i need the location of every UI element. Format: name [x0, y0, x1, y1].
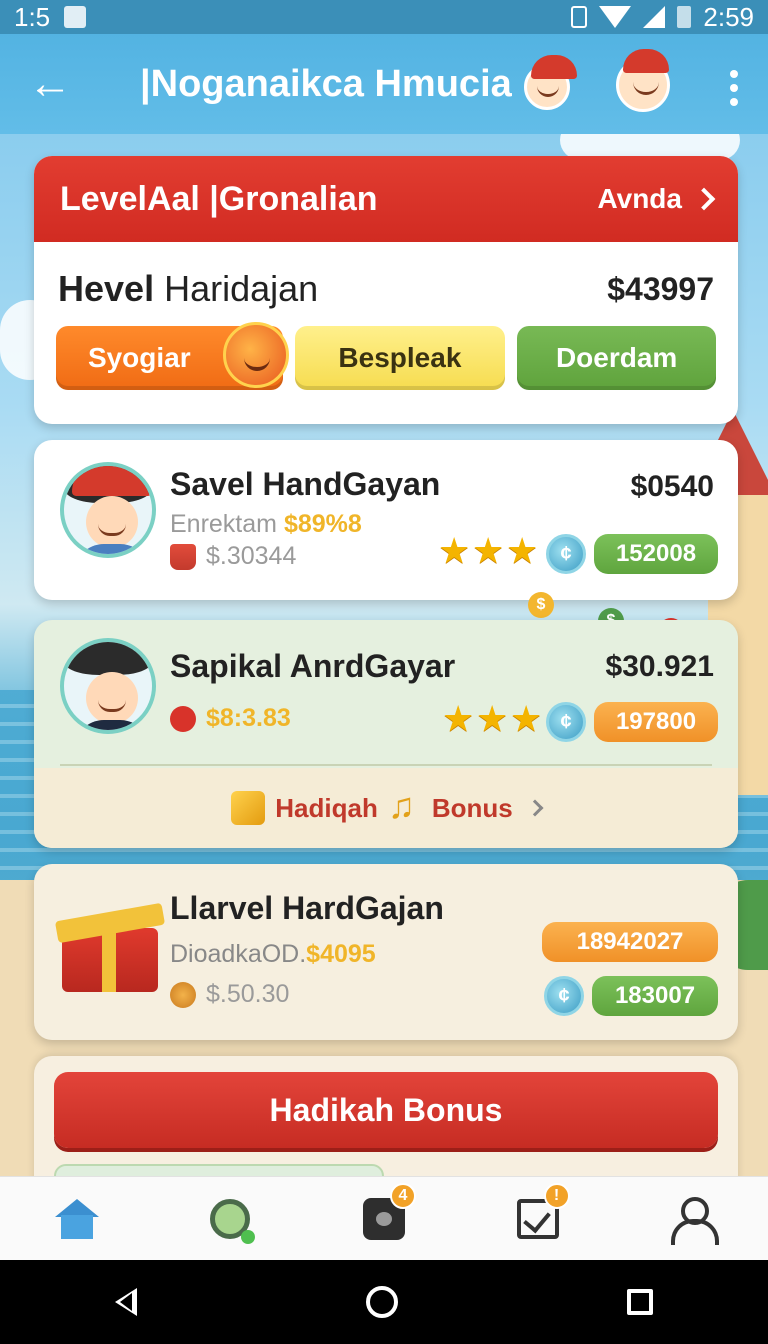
level-name-rest: Haridajan: [154, 268, 319, 309]
status-time-right: 2:59: [703, 1, 754, 32]
star-icon: ★: [442, 698, 475, 739]
level-name: Hevel Haridajan: [58, 268, 318, 310]
bonus-left-label: Hadiqah: [275, 792, 378, 823]
player-name: Sapikal AnrdGayar: [170, 648, 456, 684]
player-card-2[interactable]: Sapikal AnrdGayar $30.921 $8:3.83 ★ ★ ★ ¢ …: [34, 620, 738, 848]
player-sub-value: $.50.30: [206, 980, 290, 1008]
player-sub-line: $8:3.83: [170, 704, 291, 733]
player-sub-value: $.30344: [206, 542, 297, 570]
bespleak-label: Bespleak: [338, 342, 462, 373]
notification-icon: [64, 6, 87, 28]
coin-icon: ¢: [546, 702, 586, 742]
level-card-title: LevelAal |Gronalian: [60, 179, 378, 218]
fruit-mascot-icon: [222, 322, 289, 388]
bottom-navigation: 4 !: [0, 1176, 768, 1260]
status-bar: 1:5 2:59: [0, 0, 768, 34]
system-home-button[interactable]: [365, 1286, 398, 1318]
signal-icon: [643, 6, 666, 28]
player-avatar: [60, 462, 156, 558]
player-sub-text: Enrektam $89%8: [170, 510, 362, 539]
home-icon: [54, 1198, 99, 1239]
nav-search[interactable]: [200, 1189, 260, 1249]
vibrate-icon: [571, 6, 588, 28]
floating-coin-icon: $: [528, 592, 554, 618]
level-name-bold: Hevel: [58, 268, 155, 309]
player-sub-highlight: $4095: [306, 940, 376, 968]
level-card-header: LevelAal |Gronalian Avnda: [34, 156, 738, 242]
system-back-button[interactable]: [114, 1288, 137, 1316]
player-name: Llarvel HardGajan: [170, 890, 444, 926]
divider: [60, 764, 712, 766]
level-amount: $43997: [607, 270, 714, 307]
rating-stars: ★ ★ ★: [442, 698, 544, 739]
player-card-3[interactable]: Llarvel HardGajan DioadkaOD.$4095 $.50.3…: [34, 864, 738, 1040]
status-time-left: 1:5: [14, 1, 51, 32]
player-amount: $0540: [630, 470, 714, 503]
player-name: Savel HandGayan: [170, 466, 441, 502]
player-sub-line: $.50.30: [170, 980, 289, 1009]
app-bar: ← |Noganaikca Hmucia: [0, 34, 768, 134]
star-icon: ★: [510, 698, 543, 739]
bonus-right-label: Bonus: [431, 792, 513, 823]
player-sub-highlight: $89%8: [283, 510, 362, 538]
star-icon: ★: [476, 698, 509, 739]
nav-profile[interactable]: [661, 1189, 721, 1249]
level-card: LevelAal |Gronalian Avnda Hevel Haridaja…: [34, 156, 738, 424]
player-avatar: [60, 638, 156, 734]
score-badge: 197800: [594, 702, 718, 742]
gift-box-icon: [54, 894, 166, 992]
doerdam-button[interactable]: Doerdam: [517, 326, 716, 390]
pie-icon: [170, 981, 196, 1008]
mascot-avatar-icon[interactable]: [616, 49, 670, 112]
mascot-small-icon: [524, 55, 577, 110]
battery-icon: [677, 6, 692, 28]
level-card-link-label: Avnda: [597, 183, 682, 214]
player-sub-text: DioadkaOD.$4095: [170, 940, 376, 969]
star-icon: ★: [472, 530, 505, 571]
player-card-1[interactable]: Savel HandGayan $0540 Enrektam $89%8 $.3…: [34, 440, 738, 600]
no-entry-icon: [170, 705, 196, 732]
player-sub-value: $8:3.83: [206, 704, 291, 732]
system-recents-button[interactable]: [627, 1289, 654, 1315]
back-button[interactable]: ←: [24, 58, 76, 110]
player-sub-label: DioadkaOD.: [170, 940, 307, 968]
score-badge: 152008: [594, 534, 718, 574]
score-badge-green: 183007: [592, 976, 718, 1016]
bucket-icon: [170, 543, 196, 570]
bonus-link[interactable]: Hadiqah Bonus: [34, 768, 738, 848]
star-icon: ★: [506, 530, 539, 571]
coin-icon: ¢: [546, 534, 586, 574]
system-navigation: [0, 1260, 768, 1344]
page-title: |Noganaikca Hmucia: [140, 62, 512, 105]
player-sub-line: $.30344: [170, 542, 296, 571]
user-icon: [669, 1196, 720, 1245]
syogiar-label: Syogiar: [87, 342, 191, 373]
player-amount: $30.921: [605, 650, 714, 683]
rating-stars: ★ ★ ★: [438, 530, 540, 571]
search-icon: [210, 1198, 256, 1244]
syogiar-button[interactable]: Syogiar: [56, 322, 289, 390]
coin-icon: ¢: [544, 976, 584, 1016]
star-icon: ★: [438, 530, 471, 571]
gold-cube-icon: [231, 791, 266, 825]
score-badge-orange: 18942027: [542, 922, 718, 962]
wifi-icon: [599, 6, 632, 28]
bespleak-button[interactable]: Bespleak: [294, 326, 506, 390]
nav-tasks[interactable]: !: [508, 1182, 570, 1249]
nav-home[interactable]: [47, 1189, 107, 1249]
chevron-right-icon: [692, 187, 716, 211]
chevron-right-icon: [526, 799, 544, 817]
arrow-left-icon: ←: [28, 59, 72, 108]
hadikah-bonus-button[interactable]: Hadikah Bonus: [54, 1072, 718, 1148]
nav-chat[interactable]: 4: [354, 1182, 416, 1249]
more-menu-button[interactable]: [728, 70, 740, 106]
music-note-icon: [388, 785, 422, 827]
tasks-notification-badge: !: [543, 1182, 570, 1209]
doerdam-label: Doerdam: [555, 342, 678, 373]
player-sub-label: Enrektam: [170, 510, 284, 538]
level-card-link[interactable]: Avnda: [597, 183, 716, 215]
chat-notification-badge: 4: [389, 1182, 416, 1209]
